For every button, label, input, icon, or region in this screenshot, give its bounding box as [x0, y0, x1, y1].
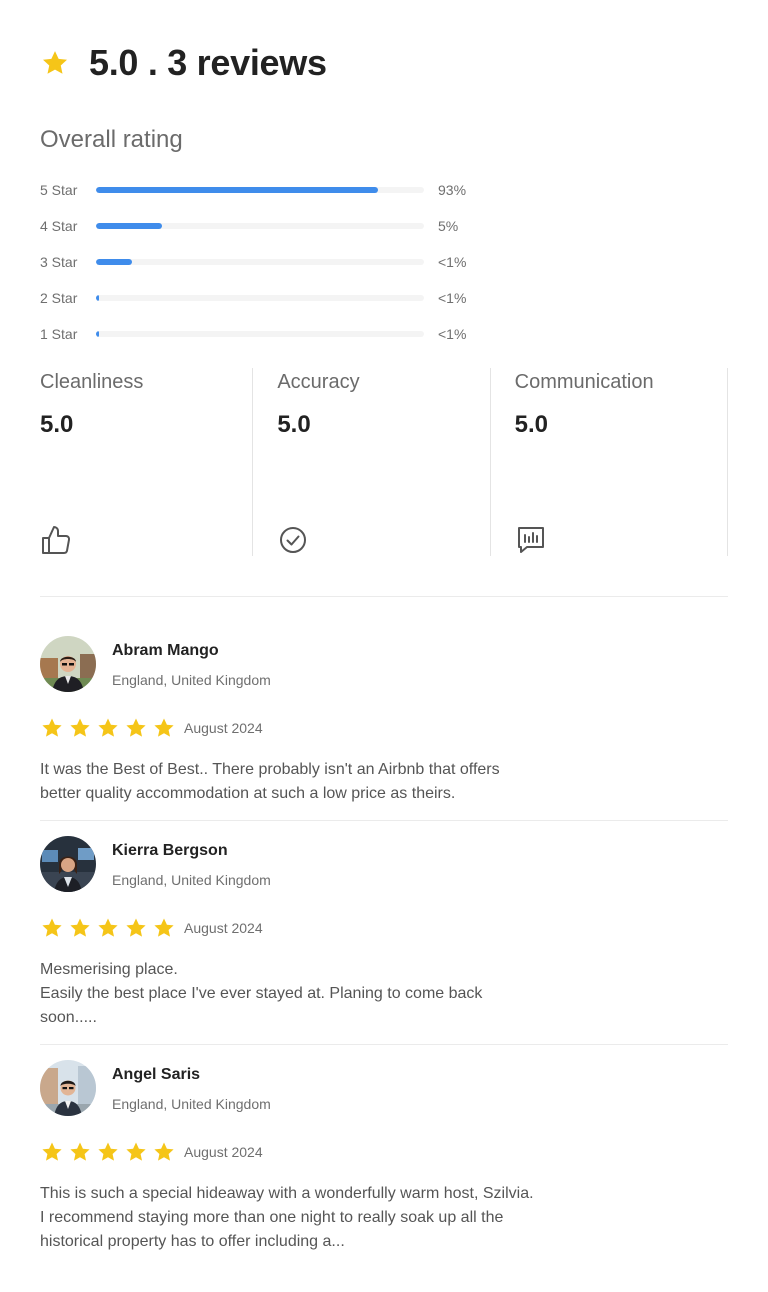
review-date: August 2024 [184, 920, 263, 936]
rating-bar-row: 1 Star <1% [40, 324, 480, 360]
rating-bar-percent: <1% [438, 254, 467, 270]
rating-header: 5.0 . 3 reviews [40, 40, 327, 86]
star-icon [126, 918, 146, 937]
category-name: Cleanliness [40, 371, 144, 393]
rating-bar-row: 4 Star 5% [40, 216, 480, 252]
reviewer-location: England, United Kingdom [112, 1096, 271, 1112]
review-date: August 2024 [184, 1144, 263, 1160]
overall-rating-title: Overall rating [40, 126, 183, 153]
star-icon [126, 1142, 146, 1161]
star-icon [98, 918, 118, 937]
star-icon [70, 718, 90, 737]
star-icon [154, 718, 174, 737]
star-icon [98, 718, 118, 737]
rating-bar-label: 5 Star [40, 182, 78, 198]
reviewer-name: Abram Mango [112, 642, 219, 659]
rating-bar-row: 2 Star <1% [40, 288, 480, 324]
thumbs-up-icon [42, 526, 71, 554]
star-icon [98, 1142, 118, 1161]
review-divider [40, 1044, 728, 1045]
section-divider [40, 596, 728, 597]
review-stars: August 2024 [40, 716, 263, 740]
star-icon [154, 1142, 174, 1161]
reviewer-location: England, United Kingdom [112, 872, 271, 888]
review-date: August 2024 [184, 720, 263, 736]
category-value: 5.0 [40, 411, 74, 438]
rating-bar-label: 1 Star [40, 326, 78, 342]
rating-summary-title: 5.0 . 3 reviews [89, 42, 327, 83]
star-icon [42, 718, 62, 737]
review-text: This is such a special hideaway with a w… [40, 1185, 534, 1250]
star-icon [154, 918, 174, 937]
rating-distribution: 5 Star 93% 4 Star 5% 3 Star <1% 2 Star <… [40, 180, 480, 360]
category-name: Accuracy [277, 371, 360, 393]
rating-bar-track [96, 187, 424, 193]
category-communication: Communication 5.0 [491, 368, 728, 556]
star-icon [42, 918, 62, 937]
star-icon [42, 1142, 62, 1161]
category-name: Communication [514, 371, 654, 393]
category-accuracy: Accuracy 5.0 [253, 368, 491, 556]
rating-bar-track [96, 295, 424, 301]
rating-bar-fill [96, 331, 100, 337]
rating-bar-fill [96, 187, 379, 193]
category-value: 5.0 [277, 411, 311, 438]
rating-bar-percent: <1% [438, 326, 467, 342]
avatar [40, 636, 96, 692]
star-icon [126, 718, 146, 737]
category-value: 5.0 [514, 411, 549, 438]
rating-bar-percent: 5% [438, 218, 459, 234]
category-cleanliness: Cleanliness 5.0 [40, 368, 254, 556]
rating-bar-track [96, 223, 424, 229]
review-divider [40, 820, 728, 821]
rating-bar-row: 5 Star 93% [40, 180, 480, 216]
rating-bar-track [96, 259, 424, 265]
rating-bar-label: 4 Star [40, 218, 78, 234]
reviewer-name: Kierra Bergson [112, 842, 228, 859]
star-icon [70, 1142, 90, 1161]
rating-bar-track [96, 331, 424, 337]
avatar [40, 1060, 96, 1116]
avatar [40, 836, 96, 892]
check-circle-icon [280, 527, 307, 553]
rating-bar-fill [96, 295, 100, 301]
rating-bar-percent: <1% [438, 290, 467, 306]
rating-bar-label: 2 Star [40, 290, 78, 306]
reviewer-location: England, United Kingdom [112, 672, 271, 688]
rating-bar-fill [96, 259, 133, 265]
review-text: Mesmerising place. Easily the best place… [40, 961, 483, 1026]
rating-bar-label: 3 Star [40, 254, 78, 270]
rating-bar-fill [96, 223, 162, 229]
category-ratings: Cleanliness 5.0 Accuracy 5.0 Communicati… [40, 368, 728, 556]
star-icon [43, 51, 67, 74]
rating-bar-row: 3 Star <1% [40, 252, 480, 288]
reviewer-name: Angel Saris [112, 1066, 201, 1083]
review-stars: August 2024 [40, 1140, 263, 1164]
rating-bar-percent: 93% [438, 182, 467, 198]
review-stars: August 2024 [40, 916, 263, 940]
chart-message-icon [517, 527, 544, 553]
star-icon [70, 918, 90, 937]
review-text: It was the Best of Best.. There probably… [40, 761, 500, 802]
